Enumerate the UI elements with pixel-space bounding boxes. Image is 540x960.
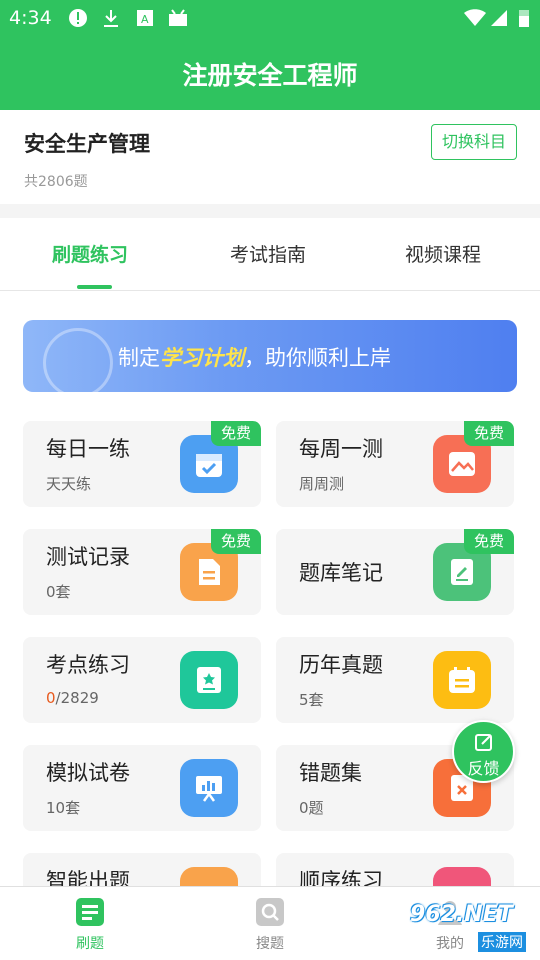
card-title: 智能出题	[46, 869, 130, 886]
banner-highlight: 学习计划	[160, 346, 244, 370]
free-badge: 免费	[211, 421, 261, 446]
sequence-icon	[433, 867, 491, 886]
banner-decoration	[43, 328, 113, 392]
subject-count: 共2806题	[24, 174, 88, 190]
card-title: 历年真题	[299, 653, 383, 677]
android-icon	[169, 9, 187, 26]
banner-prefix: 制定	[118, 346, 160, 370]
nav-label: 刷题	[76, 936, 104, 952]
card-title: 每日一练	[46, 437, 130, 461]
main-content: 刷题练习 考试指南 视频课程 制定学习计划，助你顺利上岸 每日一练 天天练 免费…	[0, 218, 540, 886]
card-question-notes[interactable]: 题库笔记 免费	[276, 529, 514, 615]
star-board-icon	[180, 651, 238, 709]
font-app-icon: A	[137, 10, 153, 26]
wifi-icon	[464, 9, 486, 26]
nav-search[interactable]: 搜题	[230, 897, 310, 952]
edit-icon	[475, 734, 492, 751]
watermark-logo: 962.NET 乐游网	[400, 900, 540, 960]
subject-panel: 安全生产管理 共2806题 切换科目	[0, 110, 540, 204]
switch-subject-button[interactable]: 切换科目	[431, 124, 517, 160]
card-title: 顺序练习	[299, 869, 383, 886]
card-title: 错题集	[299, 761, 362, 785]
tab-exam-guide[interactable]: 考试指南	[230, 240, 306, 267]
card-mock-paper[interactable]: 模拟试卷 10套	[23, 745, 261, 831]
card-daily-practice[interactable]: 每日一练 天天练 免费	[23, 421, 261, 507]
alert-icon	[69, 9, 87, 27]
tab-practice[interactable]: 刷题练习	[52, 240, 128, 267]
card-title: 测试记录	[46, 545, 130, 569]
app-header: 4:34 A 注册安全工程师	[0, 0, 540, 110]
progress-done: 0	[46, 689, 56, 707]
smart-icon	[180, 867, 238, 886]
feedback-label: 反馈	[467, 759, 500, 778]
tab-bar: 刷题练习 考试指南 视频课程	[0, 218, 540, 291]
card-weekly-test[interactable]: 每周一测 周周测 免费	[276, 421, 514, 507]
watermark-text: 962.NET	[410, 902, 513, 927]
signal-icon	[491, 10, 507, 26]
download-icon	[104, 10, 118, 27]
practice-icon	[76, 898, 104, 926]
svg-text:A: A	[141, 13, 149, 26]
card-subtitle: 0/2829	[46, 689, 99, 707]
card-smart-questions[interactable]: 智能出题	[23, 853, 261, 886]
presentation-chart-icon	[180, 759, 238, 817]
card-point-practice[interactable]: 考点练习 0/2829	[23, 637, 261, 723]
card-subtitle: 10套	[46, 799, 81, 817]
free-badge: 免费	[464, 529, 514, 554]
card-title: 模拟试卷	[46, 761, 130, 785]
study-plan-banner[interactable]: 制定学习计划，助你顺利上岸	[23, 320, 517, 392]
tab-indicator	[77, 285, 112, 289]
status-bar: 4:34 A	[0, 0, 540, 36]
search-icon	[256, 898, 284, 926]
banner-text: 制定学习计划，助你顺利上岸	[118, 342, 391, 372]
nav-practice[interactable]: 刷题	[50, 897, 130, 952]
feedback-button[interactable]: 反馈	[452, 720, 515, 783]
card-subtitle: 5套	[299, 691, 324, 709]
free-badge: 免费	[211, 529, 261, 554]
banner-suffix: ，助你顺利上岸	[244, 346, 391, 370]
card-subtitle: 0题	[299, 799, 324, 817]
nav-label: 搜题	[256, 936, 284, 952]
subject-name: 安全生产管理	[24, 132, 150, 156]
card-subtitle: 周周测	[299, 475, 345, 493]
card-past-exams[interactable]: 历年真题 5套	[276, 637, 514, 723]
calendar-list-icon	[433, 651, 491, 709]
watermark-sub: 乐游网	[478, 932, 526, 952]
card-title: 每周一测	[299, 437, 383, 461]
card-test-record[interactable]: 测试记录 0套 免费	[23, 529, 261, 615]
progress-total: /2829	[55, 689, 99, 707]
status-time: 4:34	[9, 7, 52, 29]
tab-video-course[interactable]: 视频课程	[405, 240, 481, 267]
card-subtitle: 0套	[46, 583, 71, 601]
card-title: 考点练习	[46, 653, 130, 677]
card-sequence-practice[interactable]: 顺序练习	[276, 853, 514, 886]
battery-icon	[519, 10, 529, 27]
card-title: 题库笔记	[299, 561, 383, 585]
card-subtitle: 天天练	[46, 475, 92, 493]
page-title: 注册安全工程师	[182, 61, 358, 90]
free-badge: 免费	[464, 421, 514, 446]
